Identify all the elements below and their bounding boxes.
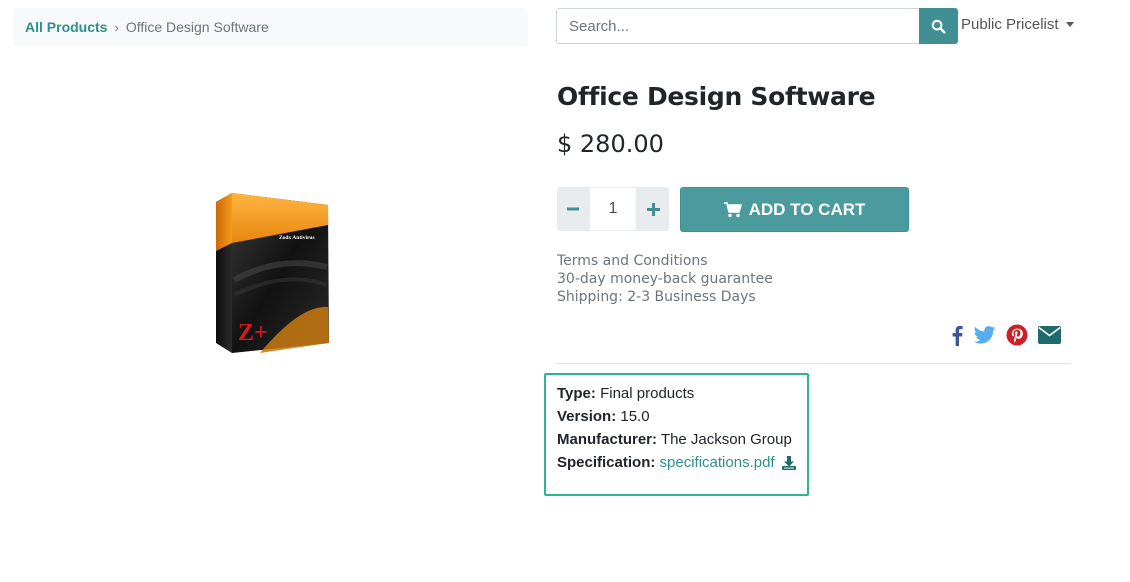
minus-icon: [567, 207, 579, 211]
search-button[interactable]: [919, 8, 958, 44]
money-back-text: 30-day money-back guarantee: [557, 271, 773, 287]
download-icon[interactable]: [781, 456, 796, 471]
caret-down-icon: [1065, 22, 1074, 27]
facebook-icon: [952, 325, 963, 346]
attribute-manufacturer-value: The Jackson Group: [660, 431, 792, 448]
pricelist-label: Public Pricelist: [961, 16, 1059, 33]
search-bar: [556, 8, 958, 44]
envelope-icon: [1038, 326, 1061, 344]
quantity-stepper: 1: [557, 187, 669, 231]
shipping-text: Shipping: 2-3 Business Days: [557, 289, 756, 305]
breadcrumb-current: Office Design Software: [125, 19, 269, 35]
facebook-share-link[interactable]: [950, 324, 964, 346]
add-to-cart-button[interactable]: ADD TO CART: [680, 187, 909, 232]
pricelist-dropdown[interactable]: Public Pricelist: [961, 16, 1074, 33]
search-icon: [931, 19, 946, 34]
specification-pdf-link[interactable]: specifications.pdf: [660, 454, 775, 471]
twitter-icon: [974, 326, 996, 344]
attribute-type-label: Type:: [557, 385, 596, 402]
share-links: [950, 324, 1071, 346]
pinterest-share-link[interactable]: [1006, 324, 1028, 346]
divider: [557, 363, 1071, 364]
attribute-version-value: 15.0: [620, 408, 650, 425]
attribute-version: Version: 15.0: [557, 405, 807, 428]
shopping-cart-icon: [723, 201, 742, 217]
quantity-decrease-button[interactable]: [557, 187, 589, 231]
box-product-name: Zodx Antivirus: [279, 235, 315, 241]
search-input[interactable]: [556, 8, 919, 44]
twitter-share-link[interactable]: [974, 326, 996, 344]
pinterest-icon: [1006, 324, 1028, 346]
email-share-link[interactable]: [1038, 326, 1061, 344]
add-to-cart-label: ADD TO CART: [748, 199, 866, 219]
breadcrumb-all-products-link[interactable]: All Products: [25, 19, 107, 35]
product-image: Zodx Antivirus Z+: [200, 185, 350, 360]
attribute-type-value: Final products: [600, 385, 695, 402]
box-logo: Z+: [238, 320, 268, 346]
terms-list: Terms and Conditions 30-day money-back g…: [557, 252, 773, 306]
quantity-increase-button[interactable]: [637, 187, 669, 231]
attribute-version-label: Version:: [557, 408, 617, 425]
product-title: Office Design Software: [557, 82, 876, 111]
product-price: $ 280.00: [557, 130, 664, 158]
attribute-manufacturer: Manufacturer: The Jackson Group: [557, 428, 807, 451]
plus-icon: [646, 202, 660, 216]
breadcrumb: All Products › Office Design Software: [13, 8, 528, 46]
quantity-input[interactable]: 1: [589, 187, 637, 231]
attribute-specification: Specification: specifications.pdf: [557, 451, 807, 474]
attribute-type: Type: Final products: [557, 382, 807, 405]
terms-conditions-text: Terms and Conditions: [557, 253, 708, 269]
attribute-specification-label: Specification:: [557, 454, 656, 471]
attribute-manufacturer-label: Manufacturer:: [557, 431, 658, 448]
breadcrumb-separator: ›: [114, 19, 119, 35]
product-attributes: Type: Final products Version: 15.0 Manuf…: [544, 373, 809, 496]
